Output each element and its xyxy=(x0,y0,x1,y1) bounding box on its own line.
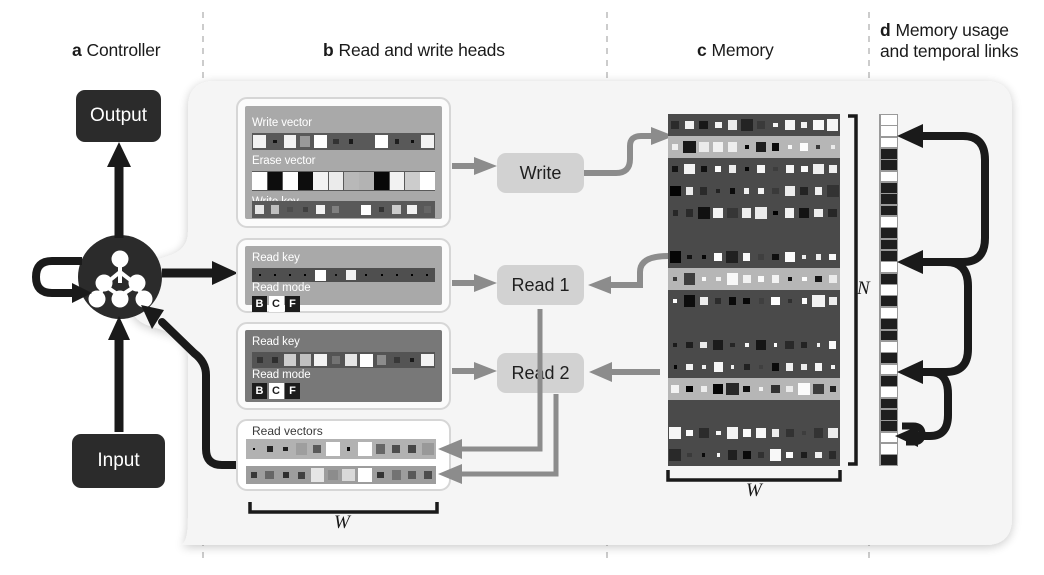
temporal-link-1 xyxy=(915,132,989,266)
temporal-links-layer xyxy=(895,124,989,447)
temporal-link-1-arrowhead xyxy=(897,124,923,148)
temporal-link-2-arrowhead xyxy=(897,250,923,274)
temporal-link-3-arrowhead xyxy=(897,360,923,384)
temporal-link-2 xyxy=(915,258,972,376)
figure-canvas: a Controller b Read and write heads c Memor… xyxy=(0,0,1044,575)
